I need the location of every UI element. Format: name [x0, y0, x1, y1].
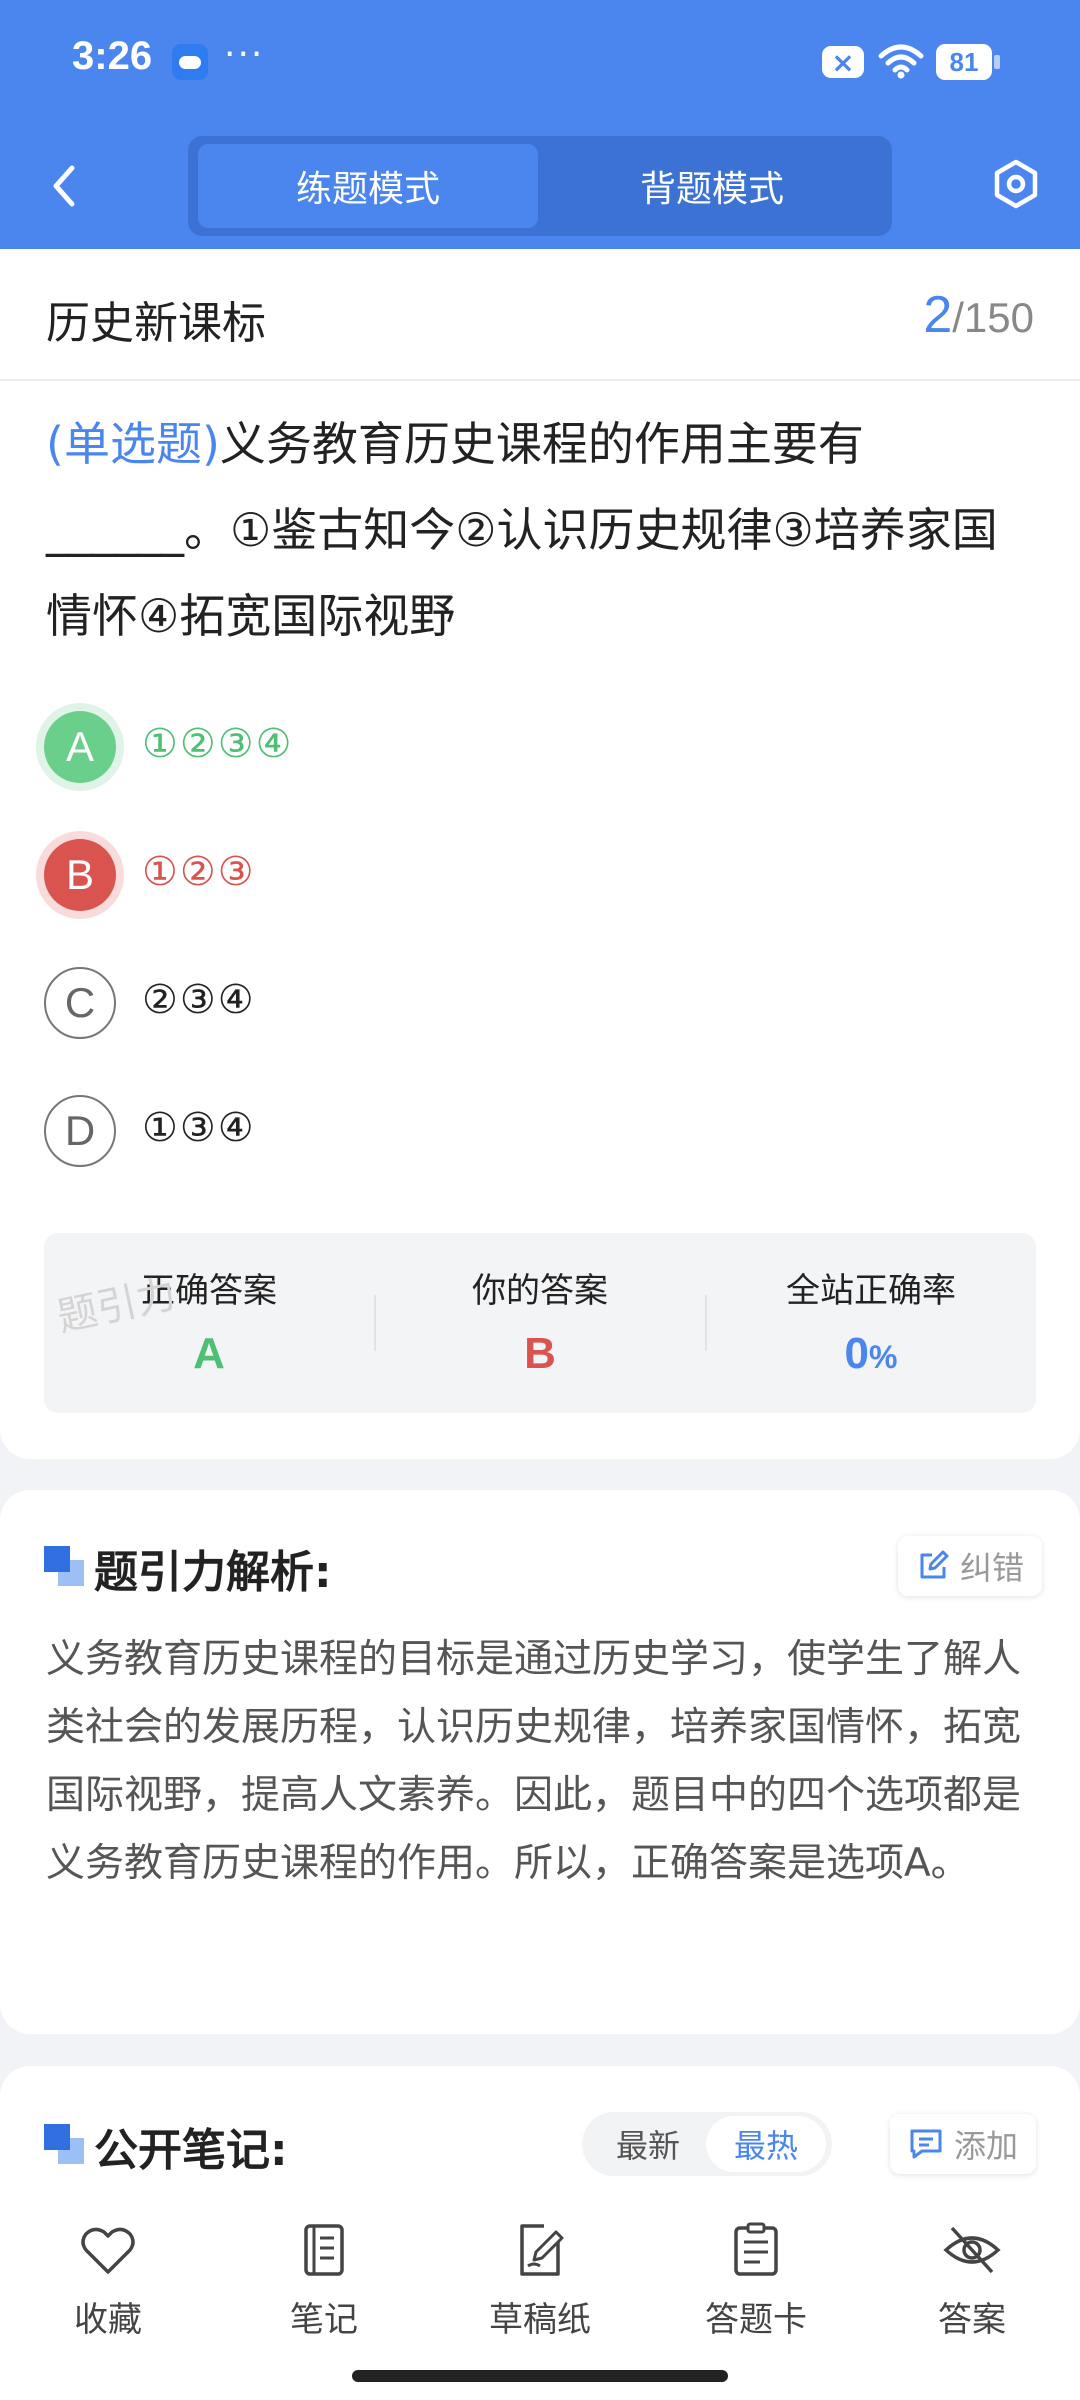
accuracy-col: 全站正确率 0%: [706, 1233, 1036, 1413]
option-text: ①③④: [142, 1105, 256, 1151]
option-text: ①②③④: [142, 721, 294, 767]
progress-current: 2: [923, 286, 953, 344]
nav-answer[interactable]: 答案: [892, 2220, 1052, 2350]
weather-app-icon: [172, 44, 208, 80]
mode-switch: 练题模式 背题模式: [188, 136, 892, 236]
sort-hot[interactable]: 最热: [706, 2116, 826, 2172]
status-more-icon: ···: [224, 34, 265, 75]
nav-draft[interactable]: 草稿纸: [460, 2220, 620, 2350]
analysis-title: 题引力解析:: [94, 1547, 332, 1598]
analysis-text: 义务教育历史课程的目标是通过历史学习，使学生了解人类社会的发展历程，认识历史规律…: [46, 1637, 1022, 1886]
your-answer-value: B: [524, 1329, 556, 1378]
bottom-nav: 收藏 笔记 草稿纸 答题卡 答案: [0, 2180, 1080, 2400]
option-text: ②③④: [142, 977, 256, 1023]
answer-summary: 正确答案 A 你的答案 B 全站正确率 0%: [44, 1233, 1036, 1413]
nav-answer-sheet[interactable]: 答题卡: [676, 2220, 836, 2350]
section-icon: [44, 2124, 84, 2164]
option-letter: D: [44, 1095, 116, 1167]
option-c[interactable]: C ②③④: [44, 967, 644, 1043]
tab-practice-mode[interactable]: 练题模式: [198, 144, 538, 228]
option-letter: B: [44, 839, 116, 911]
battery-indicator: 81: [936, 44, 1000, 80]
divider: [0, 379, 1080, 381]
your-answer-col: 你的答案 B: [375, 1233, 705, 1413]
progress-total: /150: [952, 294, 1034, 341]
comment-icon: [910, 2129, 942, 2159]
nav-label: 答案: [938, 2300, 1006, 2340]
accuracy-unit: %: [869, 1339, 898, 1375]
nav-favorite[interactable]: 收藏: [28, 2220, 188, 2350]
top-header: 3:26 ··· × 81 练题模式 背题模式: [0, 0, 1080, 249]
status-time: 3:26: [72, 34, 153, 78]
nav-label: 笔记: [290, 2300, 358, 2340]
wifi-icon: [878, 44, 924, 79]
add-note-button[interactable]: 添加: [890, 2114, 1037, 2174]
question-card: 历史新课标 2/150 (单选题)义务教育历史课程的作用主要有______。①鉴…: [0, 249, 1080, 1459]
tab-memorize-mode[interactable]: 背题模式: [542, 144, 882, 228]
report-error-button[interactable]: 纠错: [898, 1536, 1043, 1596]
your-answer-label: 你的答案: [472, 1271, 608, 1311]
accuracy-number: 0: [844, 1329, 870, 1378]
correct-answer-value: A: [193, 1329, 225, 1378]
option-letter: C: [44, 967, 116, 1039]
option-letter: A: [44, 711, 116, 783]
accuracy-value: 0%: [706, 1329, 1036, 1379]
home-indicator[interactable]: [352, 2370, 728, 2382]
add-note-label: 添加: [954, 2127, 1019, 2165]
notes-sort-toggle: 最新 最热: [582, 2112, 832, 2176]
question-progress: 2/150: [923, 285, 1034, 345]
status-close-icon: ×: [822, 46, 864, 79]
settings-icon[interactable]: [990, 158, 1042, 210]
section-icon: [44, 1546, 84, 1586]
notes-title: 公开笔记:: [94, 2125, 288, 2176]
nav-label: 收藏: [74, 2300, 142, 2340]
eye-off-icon: [943, 2226, 1001, 2274]
draft-icon: [520, 2224, 564, 2276]
question-text: (单选题)义务教育历史课程的作用主要有______。①鉴古知今②认识历史规律③培…: [46, 401, 1036, 659]
notebook-icon: [304, 2224, 344, 2276]
accuracy-label: 全站正确率: [786, 1271, 956, 1311]
option-text: ①②③: [142, 849, 256, 895]
edit-icon: [920, 1550, 949, 1579]
nav-notes[interactable]: 笔记: [244, 2220, 404, 2350]
nav-label: 草稿纸: [489, 2300, 591, 2340]
nav-label: 答题卡: [705, 2300, 807, 2340]
option-b[interactable]: B ①②③: [44, 839, 644, 915]
back-arrow-icon[interactable]: [44, 162, 84, 210]
sort-latest[interactable]: 最新: [588, 2116, 708, 2172]
heart-icon: [81, 2227, 135, 2274]
option-d[interactable]: D ①③④: [44, 1095, 644, 1171]
option-a[interactable]: A ①②③④: [44, 711, 644, 787]
report-error-label: 纠错: [960, 1549, 1025, 1587]
question-type: (单选题): [46, 417, 220, 471]
analysis-card: 题引力解析: 纠错 义务教育历史课程的目标是通过历史学习，使学生了解人类社会的发…: [0, 1490, 1080, 2034]
subject-title: 历史新课标: [46, 298, 266, 349]
answer-sheet-icon: [734, 2222, 778, 2276]
